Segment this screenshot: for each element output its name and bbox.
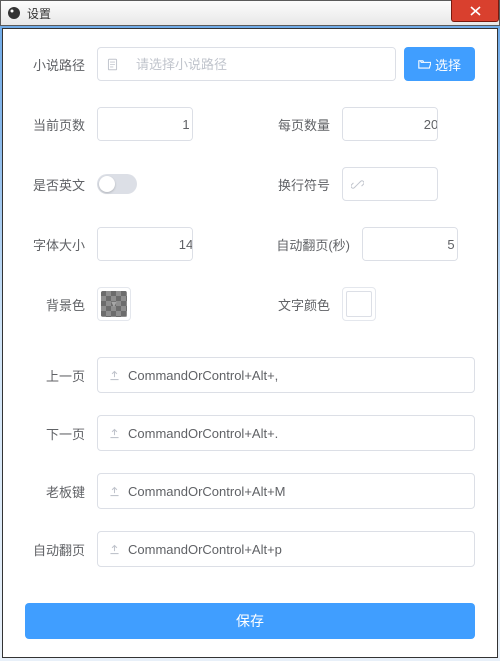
path-input[interactable] — [126, 48, 395, 80]
path-label: 小说路径 — [25, 55, 97, 74]
text-color-picker[interactable] — [342, 287, 376, 321]
prev-page-label: 上一页 — [25, 366, 97, 385]
keyboard-icon — [100, 427, 128, 440]
app-icon — [7, 6, 21, 20]
current-page-stepper[interactable]: ▲▼ — [97, 107, 193, 141]
page-size-label: 每页数量 — [270, 115, 342, 134]
save-button[interactable]: 保存 — [25, 603, 475, 639]
path-input-wrap[interactable] — [97, 47, 396, 81]
autoflip-stepper[interactable]: ▲▼ — [362, 227, 458, 261]
english-toggle[interactable] — [97, 174, 137, 194]
next-page-label: 下一页 — [25, 424, 97, 443]
keyboard-icon — [100, 485, 128, 498]
link-icon — [351, 178, 364, 191]
linebreak-label: 换行符号 — [270, 175, 342, 194]
prev-page-hotkey[interactable]: CommandOrControl+Alt+, — [97, 357, 475, 393]
font-size-input[interactable] — [98, 228, 193, 260]
auto-flip-hotkey[interactable]: CommandOrControl+Alt+p — [97, 531, 475, 567]
chevron-down-icon: ▼ — [110, 299, 119, 309]
bg-color-picker[interactable]: ▼ — [97, 287, 131, 321]
select-path-button[interactable]: 选择 — [404, 47, 475, 81]
page-size-stepper[interactable]: ▲▼ — [342, 107, 438, 141]
text-color-label: 文字颜色 — [270, 295, 342, 314]
boss-key-hotkey[interactable]: CommandOrControl+Alt+M — [97, 473, 475, 509]
document-icon — [98, 58, 126, 71]
autoflip-label: 自动翻页(秒) — [270, 235, 362, 254]
bg-color-label: 背景色 — [25, 295, 97, 314]
current-page-label: 当前页数 — [25, 115, 97, 134]
keyboard-icon — [100, 369, 128, 382]
keyboard-icon — [100, 543, 128, 556]
close-button[interactable] — [451, 0, 499, 22]
english-label: 是否英文 — [25, 175, 97, 194]
folder-open-icon — [418, 58, 431, 70]
linebreak-input[interactable] — [342, 167, 438, 201]
titlebar: 设置 — [0, 0, 500, 26]
next-page-hotkey[interactable]: CommandOrControl+Alt+. — [97, 415, 475, 451]
window-title: 设置 — [27, 5, 51, 22]
font-size-label: 字体大小 — [25, 235, 97, 254]
page-size-input[interactable] — [343, 108, 438, 140]
boss-key-label: 老板键 — [25, 482, 97, 501]
settings-form: 小说路径 选择 当前页数 ▲▼ 每页数量 ▲▼ — [2, 28, 498, 658]
auto-flip-label: 自动翻页 — [25, 540, 97, 559]
autoflip-input[interactable] — [363, 228, 458, 260]
current-page-input[interactable] — [98, 108, 193, 140]
path-row: 小说路径 选择 — [25, 47, 475, 81]
font-size-stepper[interactable]: ▲▼ — [97, 227, 193, 261]
